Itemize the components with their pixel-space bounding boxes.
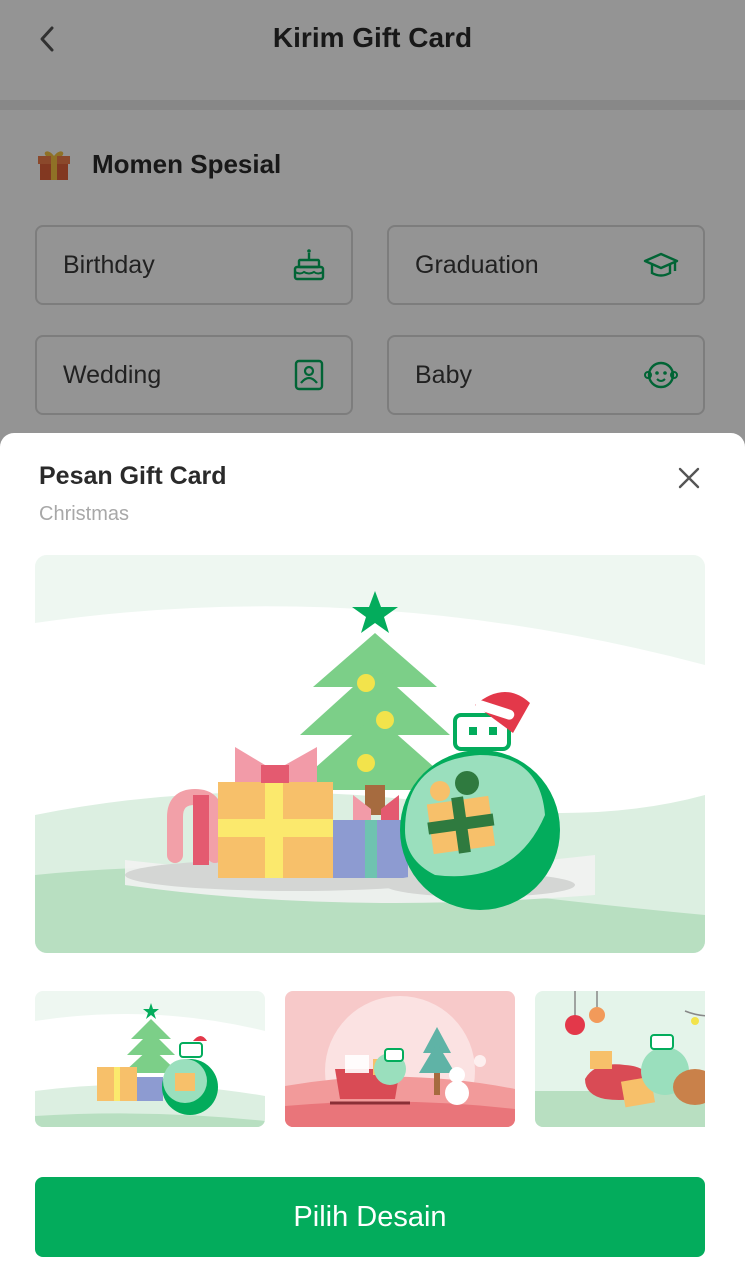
design-thumbnail[interactable] bbox=[285, 991, 515, 1127]
sheet-subtitle: Christmas bbox=[39, 503, 130, 525]
christmas-tree-gifts-thumbnail bbox=[35, 991, 265, 1127]
close-icon bbox=[678, 467, 700, 489]
design-thumbnail[interactable] bbox=[35, 991, 265, 1127]
christmas-ornaments-gifts-thumbnail bbox=[535, 991, 705, 1127]
design-thumbnail-strip bbox=[35, 991, 705, 1127]
christmas-tree-gifts-illustration bbox=[35, 555, 705, 953]
design-preview bbox=[35, 555, 705, 953]
design-thumbnail[interactable] bbox=[535, 991, 705, 1127]
choose-design-label: Pilih Desain bbox=[293, 1200, 447, 1233]
choose-design-button[interactable]: Pilih Desain bbox=[35, 1177, 705, 1257]
close-button[interactable] bbox=[670, 459, 708, 497]
christmas-sleigh-snowman-thumbnail bbox=[285, 991, 515, 1127]
sheet-title: Pesan Gift Card bbox=[39, 462, 227, 490]
gift-card-sheet: Pesan Gift Card Christmas Pilih Desain bbox=[0, 433, 745, 1287]
